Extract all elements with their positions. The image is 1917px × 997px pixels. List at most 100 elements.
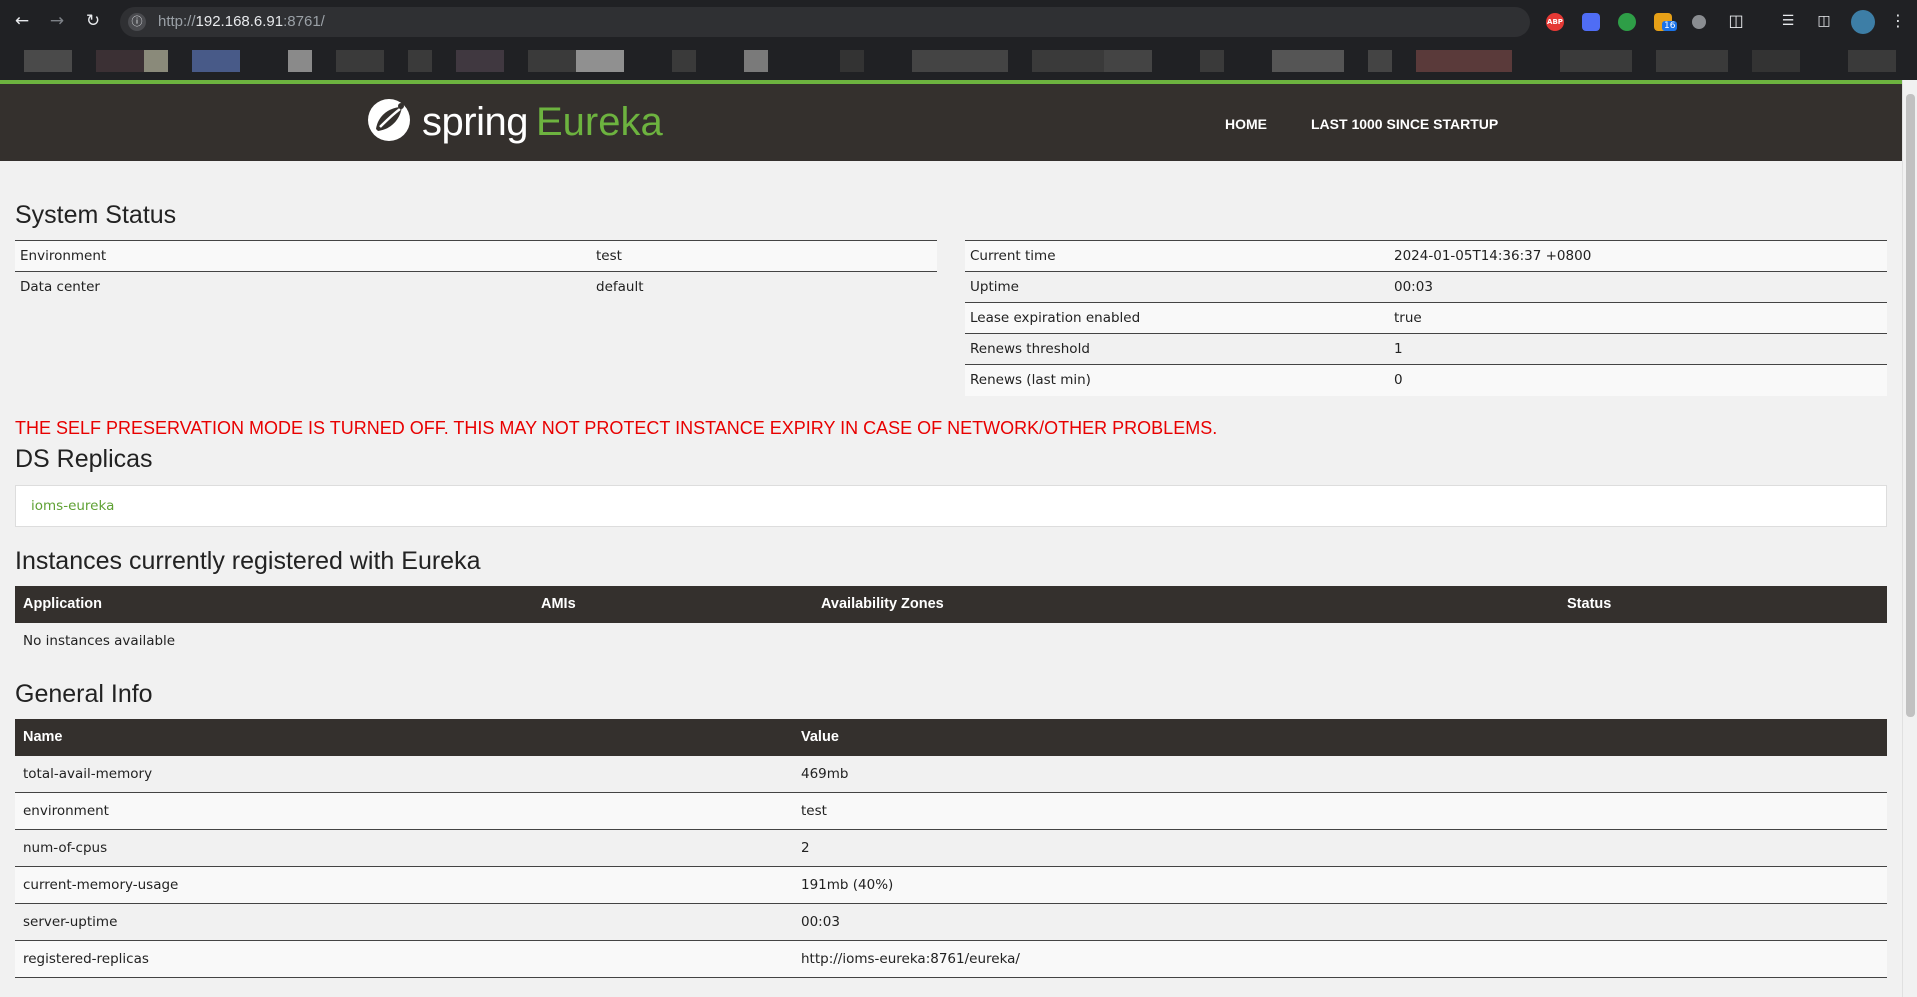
bookmark-item[interactable]: [1848, 50, 1896, 72]
info-name: current-memory-usage: [15, 866, 793, 904]
status-label: Environment: [15, 240, 591, 272]
bookmark-item[interactable]: [528, 50, 576, 72]
replicas-list: ioms-eureka: [15, 484, 1887, 527]
nav-home-link[interactable]: HOME: [1225, 116, 1267, 132]
site-info-icon[interactable]: ⓘ: [128, 13, 146, 31]
media-control-icon[interactable]: ☰: [1776, 9, 1800, 33]
instances-table: Application AMIs Availability Zones Stat…: [15, 585, 1887, 660]
col-header-status: Status: [1559, 585, 1887, 623]
replica-link[interactable]: ioms-eureka: [31, 498, 114, 514]
bookmark-item[interactable]: [1272, 50, 1344, 72]
eureka-page: spring Eureka HOME LAST 1000 SINCE START…: [0, 80, 1902, 997]
scrollbar-thumb[interactable]: [1906, 94, 1915, 717]
system-status-right-table: Current time 2024-01-05T14:36:37 +0800 Up…: [965, 240, 1887, 396]
nav-last1000-link[interactable]: LAST 1000 SINCE STARTUP: [1311, 116, 1498, 132]
info-name: registered-replicas: [15, 940, 793, 978]
system-status-tables: Environment test Data center default Curre…: [15, 240, 1887, 396]
table-row: registered-replicas http://ioms-eureka:87…: [15, 940, 1887, 978]
bookmark-item[interactable]: [456, 50, 504, 72]
status-value: default: [591, 271, 937, 303]
logo-spring-text[interactable]: spring: [422, 100, 528, 145]
general-info-table: Name Value total-avail-memory 469mb envir…: [15, 718, 1887, 978]
bookmark-item[interactable]: [96, 50, 144, 72]
bookmarks-bar: [0, 42, 1917, 80]
table-header-row: Name Value: [15, 718, 1887, 756]
forward-arrow-icon[interactable]: →: [45, 9, 69, 33]
col-header-amis: AMIs: [533, 585, 813, 623]
col-header-name: Name: [15, 718, 793, 756]
bookmark-item[interactable]: [24, 50, 72, 72]
table-row: Renews (last min) 0: [965, 364, 1887, 396]
status-label: Renews (last min): [965, 364, 1389, 396]
table-row: No instances available: [15, 622, 1887, 660]
ds-replicas-title: DS Replicas: [15, 444, 153, 473]
status-value: test: [591, 240, 937, 272]
table-row: Current time 2024-01-05T14:36:37 +0800: [965, 240, 1887, 272]
translate-extension-icon[interactable]: [1582, 13, 1600, 31]
general-info-title: General Info: [15, 679, 153, 708]
table-row: Renews threshold 1: [965, 333, 1887, 365]
table-row: current-memory-usage 191mb (40%): [15, 866, 1887, 904]
profile-avatar[interactable]: [1851, 10, 1875, 34]
status-label: Current time: [965, 240, 1389, 272]
bookmark-item[interactable]: [288, 50, 312, 72]
url-host: 192.168.6.91: [195, 13, 284, 30]
instances-title: Instances currently registered with Eure…: [15, 546, 481, 575]
bookmark-item[interactable]: [144, 50, 168, 72]
page-scrollbar[interactable]: [1902, 80, 1917, 997]
back-arrow-icon[interactable]: ←: [10, 9, 34, 33]
bookmark-item[interactable]: [576, 50, 624, 72]
col-header-application: Application: [15, 585, 533, 623]
spring-leaf-icon[interactable]: [366, 97, 412, 143]
bookmark-item[interactable]: [1416, 50, 1512, 72]
bookmark-item[interactable]: [1656, 50, 1728, 72]
address-bar[interactable]: ⓘ http://192.168.6.91:8761/: [120, 7, 1530, 37]
col-header-availability-zones: Availability Zones: [813, 585, 1559, 623]
bookmark-item[interactable]: [408, 50, 432, 72]
info-value: 469mb: [793, 755, 1887, 793]
url-text: http://192.168.6.91:8761/: [158, 13, 325, 30]
menu-kebab-icon[interactable]: ⋮: [1886, 9, 1910, 33]
table-row: total-avail-memory 469mb: [15, 755, 1887, 793]
status-label: Lease expiration enabled: [965, 302, 1389, 334]
status-value: 0: [1389, 364, 1887, 396]
rss-extension-icon[interactable]: 16: [1654, 13, 1678, 31]
record-extension-icon[interactable]: [1692, 15, 1706, 29]
bookmark-item[interactable]: [912, 50, 1008, 72]
bookmark-item[interactable]: [1200, 50, 1224, 72]
bookmark-item[interactable]: [1560, 50, 1632, 72]
extensions-puzzle-icon[interactable]: ◫: [1724, 9, 1748, 33]
table-row: environment test: [15, 792, 1887, 830]
table-row: Data center default: [15, 271, 937, 303]
bookmark-item[interactable]: [336, 50, 384, 72]
bookmark-item[interactable]: [192, 50, 240, 72]
status-value: 2024-01-05T14:36:37 +0800: [1389, 240, 1887, 272]
table-row: server-uptime 00:03: [15, 903, 1887, 941]
bookmark-item[interactable]: [1752, 50, 1800, 72]
adblock-extension-icon[interactable]: ABP: [1546, 13, 1564, 31]
main-content: System Status Environment test Data cente…: [0, 201, 1902, 978]
table-row: Lease expiration enabled true: [965, 302, 1887, 334]
bookmark-item[interactable]: [1368, 50, 1392, 72]
logo-eureka-text[interactable]: Eureka: [536, 100, 663, 145]
system-status-title: System Status: [15, 201, 177, 229]
info-value: 191mb (40%): [793, 866, 1887, 904]
table-row: Uptime 00:03: [965, 271, 1887, 303]
bookmark-item[interactable]: [1032, 50, 1104, 72]
table-header-row: Application AMIs Availability Zones Stat…: [15, 585, 1887, 623]
info-value: 00:03: [793, 903, 1887, 941]
url-prefix: http://: [158, 13, 196, 30]
bookmark-item[interactable]: [840, 50, 864, 72]
browser-toolbar: ← → ↻ ⓘ http://192.168.6.91:8761/ ABP 16…: [0, 0, 1917, 42]
side-panel-icon[interactable]: ◫: [1812, 9, 1836, 33]
info-name: num-of-cpus: [15, 829, 793, 867]
bookmark-item[interactable]: [744, 50, 768, 72]
table-row: num-of-cpus 2: [15, 829, 1887, 867]
status-value: true: [1389, 302, 1887, 334]
evernote-extension-icon[interactable]: [1618, 13, 1636, 31]
reload-icon[interactable]: ↻: [81, 9, 105, 33]
bookmark-item[interactable]: [672, 50, 696, 72]
bookmark-item[interactable]: [1104, 50, 1152, 72]
info-value: http://ioms-eureka:8761/eureka/: [793, 940, 1887, 978]
info-value: test: [793, 792, 1887, 830]
